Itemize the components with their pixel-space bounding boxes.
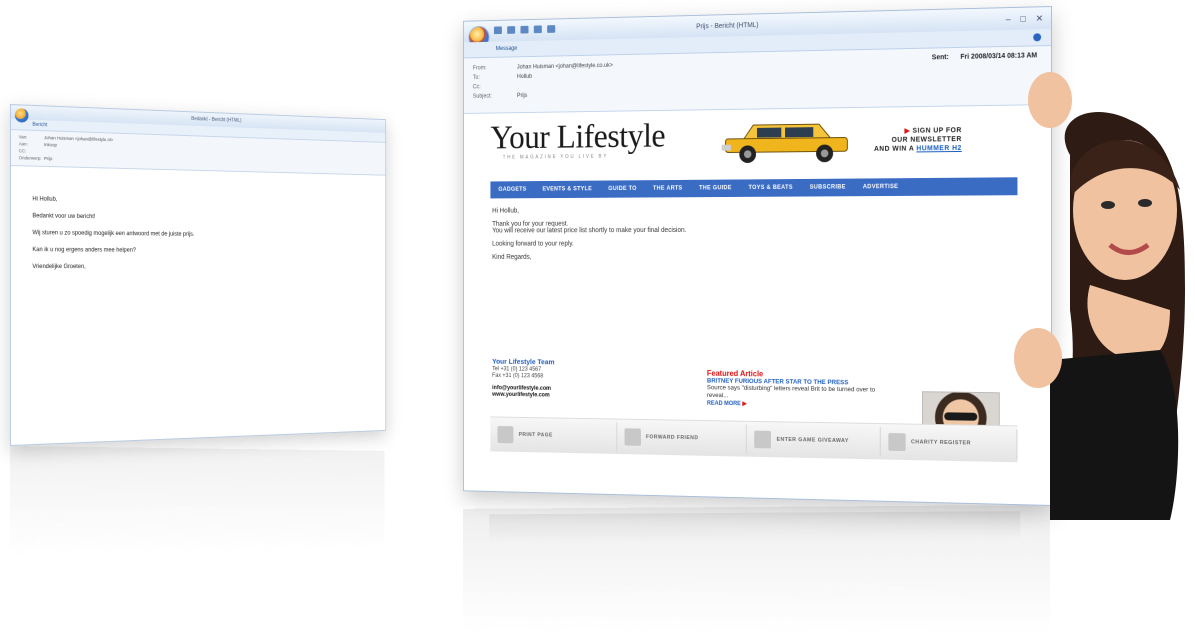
back-body-line: Bedankt voor uw bericht!	[32, 213, 96, 221]
nav-item[interactable]: GADGETS	[490, 187, 534, 193]
woman-photo	[1010, 60, 1195, 530]
hummer-car-image[interactable]	[716, 116, 857, 168]
featured-article: Featured Article BRITNEY FURIOUS AFTER S…	[707, 369, 1000, 450]
reflection-strip	[489, 511, 1021, 543]
stage: Bedankt - Bericht (HTML) Bericht Van: Joh…	[0, 0, 1195, 632]
gift-icon	[754, 430, 771, 449]
newsletter-footer: Your Lifestyle Team Tel +31 (0) 123 4567…	[490, 357, 1017, 450]
front-window-reflection	[462, 505, 1050, 632]
newsletter-header: Your Lifestyle THE MAGAZINE YOU LIVE BY	[490, 113, 1017, 177]
nav-item[interactable]: SUBSCRIBE	[801, 184, 854, 191]
undo-icon[interactable]	[507, 26, 516, 34]
email-content: Your Lifestyle THE MAGAZINE YOU LIVE BY	[464, 105, 1051, 463]
back-body-line: Hi Hollub,	[32, 196, 58, 203]
read-more-arrow-icon: ▶	[742, 401, 747, 408]
forward-friend-button[interactable]: FORWARD FRIEND	[616, 422, 747, 454]
hummer-link[interactable]: HUMMER H2	[916, 145, 961, 152]
charity-register-button[interactable]: CHARITY REGISTER	[880, 426, 1018, 460]
game-giveaway-button[interactable]: ENTER GAME GIVEAWAY	[746, 424, 881, 457]
newsletter: Your Lifestyle THE MAGAZINE YOU LIVE BY	[490, 113, 1018, 463]
minimize-icon[interactable]: –	[1006, 14, 1011, 25]
mail-line: Looking forward to your reply.	[492, 240, 574, 248]
woman-illustration	[1014, 72, 1185, 520]
nav-item[interactable]: THE ARTS	[645, 186, 691, 192]
mail-line: Hi Hollub,	[492, 207, 520, 215]
nav-item[interactable]: TOYS & BEATS	[740, 185, 801, 191]
office-orb-icon[interactable]	[14, 108, 29, 123]
team-contact: Your Lifestyle Team Tel +31 (0) 123 4567…	[492, 357, 672, 400]
back-window-reflection	[10, 446, 385, 556]
brand-tagline: THE MAGAZINE YOU LIVE BY	[502, 153, 609, 161]
team-web-link[interactable]: www.yourlifestyle.com	[492, 392, 672, 400]
hummer-car-icon	[721, 116, 857, 164]
print-icon	[497, 425, 514, 444]
print-page-button[interactable]: PRINT PAGE	[490, 420, 617, 452]
back-email-window[interactable]: Bedankt - Bericht (HTML) Bericht Van: Joh…	[10, 104, 387, 446]
nav-item[interactable]: GUIDE TO	[600, 186, 645, 192]
mail-line: You will receive our latest price list s…	[492, 227, 687, 235]
sunglasses-icon	[944, 412, 978, 421]
help-icon[interactable]	[1033, 33, 1042, 42]
mail-line: Kind Regards,	[492, 254, 532, 261]
star-icon	[887, 433, 906, 452]
mail-body: Hi Hollub, Thank you for your request. Y…	[490, 195, 1017, 261]
newsletter-signup[interactable]: ▶ SIGN UP FOR OUR NEWSLETTER AND WIN A H…	[874, 126, 962, 154]
back-body-line: Wij sturen u zo spoedig mogelijk een ant…	[32, 230, 195, 238]
front-email-window[interactable]: Prijs - Bericht (HTML) – □ ✕ Message Fro…	[463, 6, 1052, 506]
save-icon[interactable]	[493, 26, 502, 35]
maximize-icon[interactable]: □	[1020, 13, 1025, 24]
up-arrow-icon[interactable]	[533, 25, 542, 34]
close-icon[interactable]: ✕	[1036, 13, 1043, 24]
down-arrow-icon[interactable]	[547, 25, 556, 33]
nav-item[interactable]: ADVERTISE	[854, 184, 907, 190]
action-strip: PRINT PAGE FORWARD FRIEND ENTER GAME GIV…	[490, 416, 1018, 463]
brand-block: Your Lifestyle THE MAGAZINE YOU LIVE BY	[490, 117, 697, 161]
window-controls: – □ ✕	[1006, 13, 1043, 25]
ribbon-tab-message[interactable]: Message	[496, 46, 518, 52]
redo-icon[interactable]	[520, 25, 529, 34]
brand-logo[interactable]: Your Lifestyle	[490, 117, 697, 156]
nav-item[interactable]: THE GUIDE	[691, 185, 740, 191]
back-email-body: Hi Hollub, Bedankt voor uw bericht! Wij …	[11, 166, 385, 311]
sent-label: Sent:	[931, 54, 949, 62]
signup-arrow-icon: ▶	[904, 127, 913, 135]
forward-icon	[624, 428, 641, 446]
back-body-line: Kan ik u nog ergens anders mee helpen?	[32, 247, 136, 254]
quick-access-toolbar	[493, 25, 556, 35]
nav-item[interactable]: EVENTS & STYLE	[535, 186, 601, 192]
back-body-line: Vriendelijke Groeten,	[32, 264, 86, 271]
front-header-fields: From: Johan Huisman <johan@lifestyle.co.u…	[464, 46, 1052, 114]
